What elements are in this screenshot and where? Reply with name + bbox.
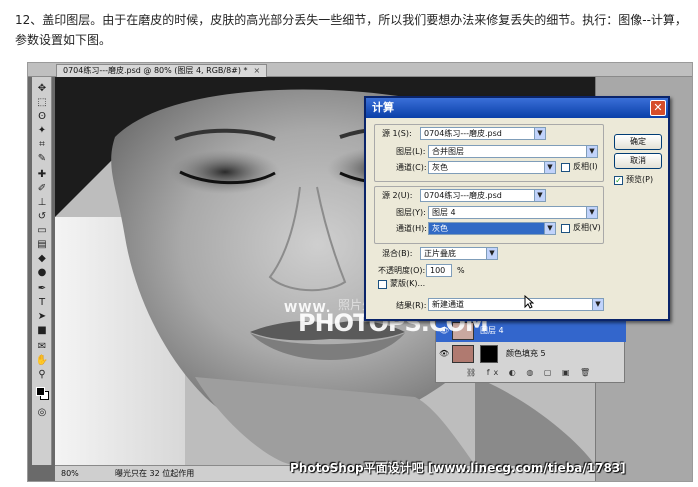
source2-label: 源 2(U): — [382, 191, 413, 200]
layer-thumbnail — [452, 345, 474, 363]
preview-checkbox[interactable]: ✓ — [614, 176, 623, 185]
chevron-down-icon: ▼ — [544, 223, 555, 234]
source2-channel-select[interactable]: 灰色 ▼ — [428, 222, 556, 235]
opacity-input[interactable]: 100 — [426, 264, 452, 277]
chevron-down-icon: ▼ — [586, 207, 597, 218]
marquee-tool-icon[interactable]: ⬚ — [35, 97, 49, 109]
zoom-tool-icon[interactable]: ⚲ — [35, 369, 49, 381]
quick-mask-icon[interactable]: ◎ — [35, 407, 49, 419]
result-label: 结果(R): — [396, 301, 427, 310]
pen-tool-icon[interactable]: ✒ — [35, 283, 49, 295]
source1-invert-label: 反相(I) — [573, 162, 598, 171]
crop-tool-icon[interactable]: ⌗ — [35, 139, 49, 151]
eraser-tool-icon[interactable]: ▭ — [35, 225, 49, 237]
lasso-tool-icon[interactable]: ʘ — [35, 111, 49, 123]
opacity-label: 不透明度(O): — [378, 266, 426, 275]
layer-name: 颜色填充 5 — [506, 349, 546, 358]
layer-actions-bar[interactable]: ⛓ fx ◐ ◍ ▢ ▣ 🗑 — [436, 366, 626, 380]
source2-channel-value: 灰色 — [432, 224, 448, 233]
eyedropper-tool-icon[interactable]: ✎ — [35, 153, 49, 165]
chevron-down-icon: ▼ — [486, 248, 497, 259]
intro-paragraph: 12、盖印图层。由于在磨皮的时候，皮肤的高光部分丢失一些细节，所以我们要想办法来… — [15, 13, 687, 47]
page: 12、盖印图层。由于在磨皮的时候，皮肤的高光部分丢失一些细节，所以我们要想办法来… — [0, 0, 698, 487]
source1-channel-select[interactable]: 灰色 ▼ — [428, 161, 556, 174]
close-icon[interactable]: × — [254, 66, 261, 75]
source1-layer-value: 合并图层 — [432, 147, 464, 156]
toolbox: ✥ ⬚ ʘ ✦ ⌗ ✎ ✚ ✐ ⊥ ↺ ▭ ▤ ◆ ● ✒ T ➤ ■ ✉ ✋ … — [32, 77, 52, 465]
source2-file-value: 0704练习---磨皮.psd — [424, 191, 502, 200]
source2-layer-value: 图层 4 — [432, 208, 456, 217]
mouse-cursor-icon — [524, 295, 534, 309]
healing-brush-tool-icon[interactable]: ✚ — [35, 169, 49, 181]
mask-checkbox[interactable] — [378, 280, 387, 289]
eye-icon[interactable]: 👁 — [439, 343, 449, 365]
document-tab[interactable]: 0704练习---磨皮.psd @ 80% (图层 4, RGB/8#) * × — [56, 64, 268, 77]
photoshop-window: 0704练习---磨皮.psd @ 80% (图层 4, RGB/8#) * × … — [27, 62, 693, 482]
ok-button[interactable]: 确定 — [614, 134, 662, 150]
chevron-down-icon: ▼ — [586, 146, 597, 157]
magic-wand-tool-icon[interactable]: ✦ — [35, 125, 49, 137]
source2-layer-label: 图层(Y): — [396, 208, 426, 217]
notes-tool-icon[interactable]: ✉ — [35, 341, 49, 353]
layer-row-fill[interactable]: 👁 颜色填充 5 — [436, 343, 626, 365]
source1-label: 源 1(S): — [382, 129, 412, 138]
source2-layer-select[interactable]: 图层 4 ▼ — [428, 206, 598, 219]
status-info: 曝光只在 32 位起作用 — [115, 469, 195, 478]
source2-invert-label: 反相(V) — [573, 223, 601, 232]
source1-layer-select[interactable]: 合并图层 ▼ — [428, 145, 598, 158]
opacity-unit: % — [457, 266, 465, 275]
move-tool-icon[interactable]: ✥ — [35, 83, 49, 95]
gradient-tool-icon[interactable]: ▤ — [35, 239, 49, 251]
history-brush-tool-icon[interactable]: ↺ — [35, 211, 49, 223]
source2-invert-checkbox[interactable] — [561, 224, 570, 233]
type-tool-icon[interactable]: T — [35, 297, 49, 309]
blending-value: 正片叠底 — [424, 249, 456, 258]
source1-layer-label: 图层(L): — [396, 147, 426, 156]
mask-label: 蒙版(K)... — [390, 279, 426, 288]
blending-label: 混合(B): — [382, 249, 413, 258]
layer-mask-thumbnail — [480, 345, 498, 363]
document-tabbar: 0704练习---磨皮.psd @ 80% (图层 4, RGB/8#) * × — [28, 63, 692, 77]
chevron-down-icon: ▼ — [534, 190, 545, 201]
document-tab-title: 0704练习---磨皮.psd @ 80% (图层 4, RGB/8#) * — [63, 66, 248, 75]
zoom-level[interactable]: 80% — [61, 466, 79, 481]
source2-file-select[interactable]: 0704练习---磨皮.psd ▼ — [420, 189, 546, 202]
foreground-color-swatch[interactable] — [36, 387, 45, 396]
stamp-tool-icon[interactable]: ⊥ — [35, 197, 49, 209]
source2-channel-label: 通道(H): — [396, 224, 427, 233]
blur-tool-icon[interactable]: ◆ — [35, 253, 49, 265]
footer-watermark: PhotoShop平面设计吧 [www.linecg.com/tieba/178… — [290, 461, 626, 475]
shape-tool-icon[interactable]: ■ — [35, 325, 49, 337]
chevron-down-icon: ▼ — [592, 299, 603, 310]
path-selection-tool-icon[interactable]: ➤ — [35, 311, 49, 323]
calculations-dialog: 计算 ✕ 源 1(S): 0704练习---磨皮.psd ▼ 图层(L): 合并图… — [364, 96, 670, 321]
preview-label: 预览(P) — [626, 175, 654, 184]
source1-invert-checkbox[interactable] — [561, 163, 570, 172]
source1-channel-value: 灰色 — [432, 163, 448, 172]
result-value: 新建通道 — [432, 300, 464, 309]
hand-tool-icon[interactable]: ✋ — [35, 355, 49, 367]
chevron-down-icon: ▼ — [544, 162, 555, 173]
result-select[interactable]: 新建通道 ▼ — [428, 298, 604, 311]
cancel-button[interactable]: 取消 — [614, 153, 662, 169]
dodge-tool-icon[interactable]: ● — [35, 267, 49, 279]
close-icon[interactable]: ✕ — [650, 100, 666, 116]
source1-channel-label: 通道(C): — [396, 163, 427, 172]
brush-tool-icon[interactable]: ✐ — [35, 183, 49, 195]
chevron-down-icon: ▼ — [534, 128, 545, 139]
dialog-title: 计算 — [366, 98, 668, 118]
source1-file-value: 0704练习---磨皮.psd — [424, 129, 502, 138]
source1-file-select[interactable]: 0704练习---磨皮.psd ▼ — [420, 127, 546, 140]
blending-select[interactable]: 正片叠底 ▼ — [420, 247, 498, 260]
